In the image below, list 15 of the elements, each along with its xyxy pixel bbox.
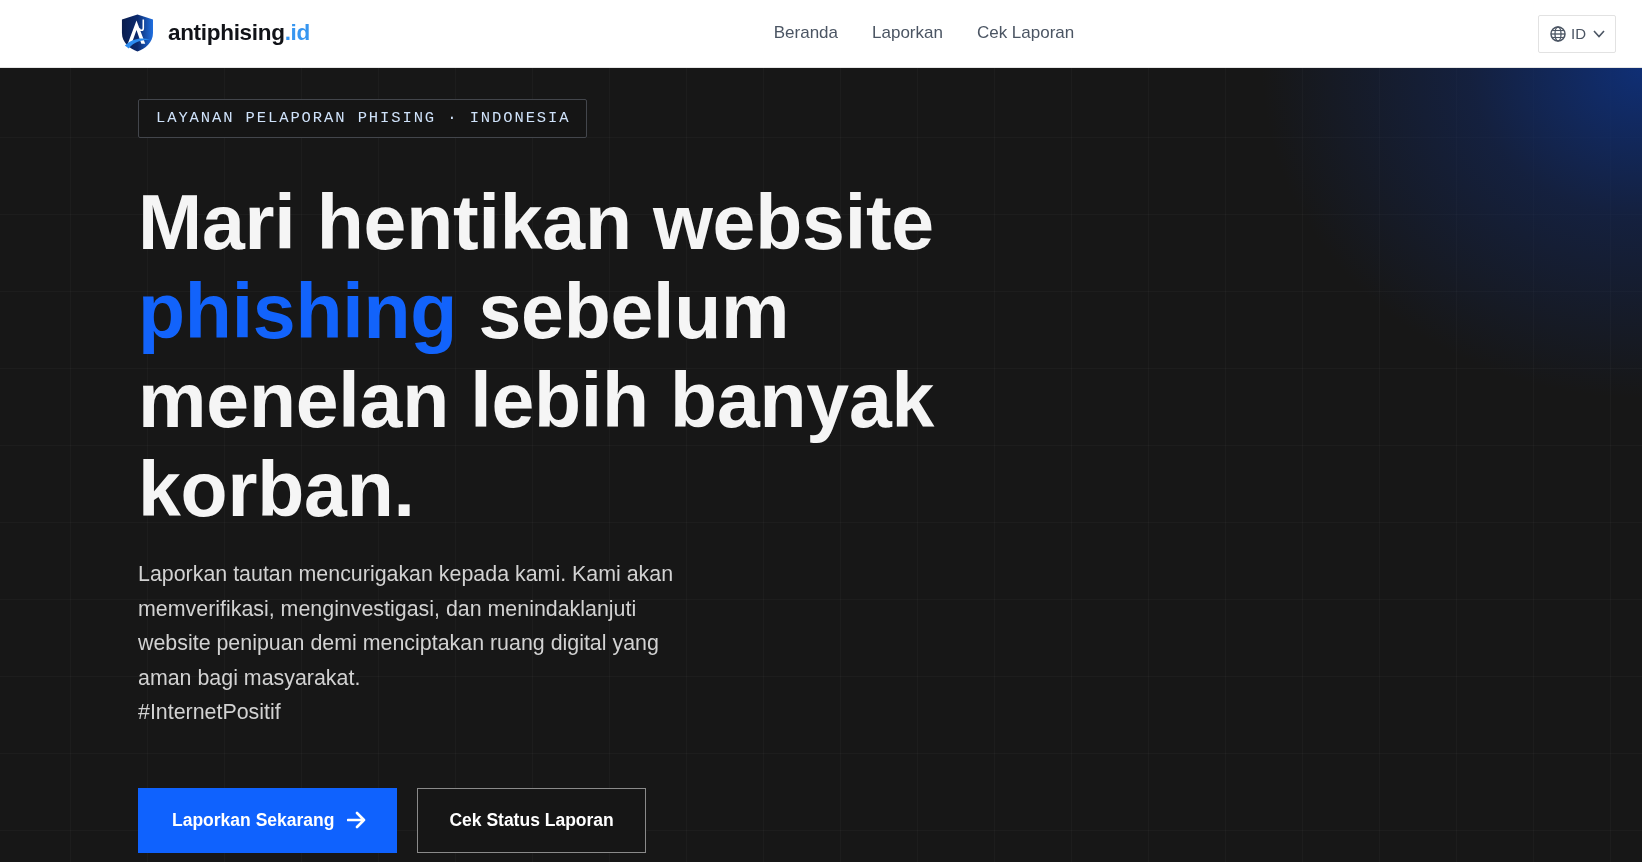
check-status-button[interactable]: Cek Status Laporan — [417, 787, 646, 853]
tagline-badge: LAYANAN PELAPORAN PHISING · INDONESIA — [138, 99, 588, 138]
hero-heading: Mari hentikan website phishing sebelum menelan lebih banyak korban. — [138, 178, 936, 534]
shield-logo-icon — [120, 12, 155, 53]
logo-text: antiphising.id — [167, 19, 310, 46]
arrow-right-icon — [347, 811, 368, 829]
language-selector[interactable]: ID — [1538, 14, 1616, 53]
globe-icon — [1550, 25, 1566, 42]
report-now-button[interactable]: Laporkan Sekarang — [138, 787, 398, 853]
chevron-down-icon — [1593, 29, 1605, 38]
nav-link[interactable]: Laporkan — [872, 22, 943, 43]
nav-link[interactable]: Beranda — [773, 22, 838, 43]
nav-link[interactable]: Cek Laporan — [976, 22, 1075, 43]
hashtag-text: #InternetPositif — [138, 699, 281, 726]
hero-description: Laporkan tautan mencurigakan kepada kami. Kami akan memverifikasi, menginvestigasi, dan menindaklanjuti website penipuan demi menciptakan ruang digital yang aman bagi masyarakat. — [138, 561, 675, 692]
